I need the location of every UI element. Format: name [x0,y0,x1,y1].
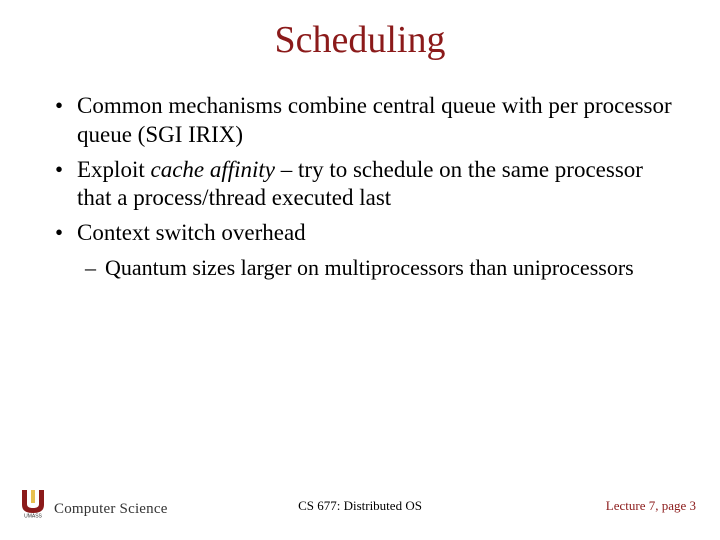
slide-body: Common mechanisms combine central queue … [0,62,720,281]
course-label: CS 677: Distributed OS [298,498,422,514]
umass-logo-icon: UMASS [18,488,48,518]
slide: Scheduling Common mechanisms combine cen… [0,0,720,540]
svg-text:UMASS: UMASS [24,514,42,519]
footer: UMASS Computer Science CS 677: Distribut… [0,482,720,518]
text-fragment: Context switch overhead [77,220,306,245]
department-label: Computer Science [54,501,168,518]
sub-bullet-item: Quantum sizes larger on multiprocessors … [79,254,680,282]
slide-title: Scheduling [0,0,720,62]
bullet-item: Common mechanisms combine central queue … [55,92,680,150]
bullet-item: Context switch overhead Quantum sizes la… [55,219,680,281]
logo-block: UMASS Computer Science [18,488,168,518]
sub-bullet-list: Quantum sizes larger on multiprocessors … [77,254,680,282]
bullet-item: Exploit cache affinity – try to schedule… [55,156,680,214]
text-fragment: Exploit [77,157,150,182]
bullet-list: Common mechanisms combine central queue … [55,92,680,281]
lecture-label: Lecture 7, page 3 [606,498,696,514]
emphasis: cache affinity [150,157,275,182]
